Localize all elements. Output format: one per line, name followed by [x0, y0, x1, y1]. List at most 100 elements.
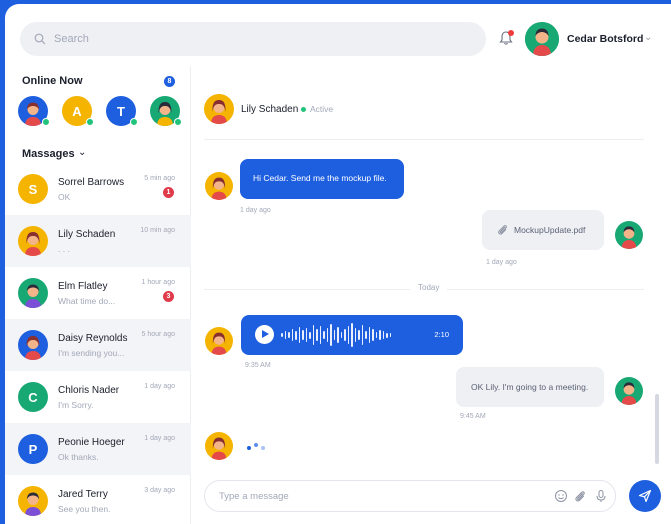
scrollbar[interactable]	[655, 394, 659, 464]
conversation-time: 10 min ago	[140, 227, 175, 234]
message-timestamp: 1 day ago	[240, 207, 271, 214]
unread-badge: 3	[163, 291, 174, 302]
paperclip-icon[interactable]	[573, 489, 587, 503]
search-input[interactable]	[54, 33, 454, 45]
file-attachment-message[interactable]: MockupUpdate.pdf	[482, 210, 604, 250]
conversation-name: Daisy Reynolds	[58, 332, 128, 344]
waveform-bar	[382, 331, 384, 339]
avatar-letter: T	[117, 103, 125, 119]
status-dot	[301, 107, 306, 112]
avatar: C	[18, 382, 48, 412]
online-user-avatar[interactable]: A	[62, 96, 94, 126]
waveform-bar	[372, 329, 374, 341]
message-timestamp: 1 day ago	[486, 259, 517, 266]
waveform-bar	[281, 333, 283, 337]
chevron-down-icon[interactable]: ⌄	[78, 147, 86, 158]
waveform-bar	[312, 325, 314, 345]
waveform-bar	[358, 330, 360, 340]
conversation-time: 1 day ago	[144, 435, 175, 442]
waveform-bar	[298, 327, 300, 343]
sender-avatar	[205, 327, 233, 355]
play-button[interactable]	[255, 325, 274, 344]
notifications-button[interactable]	[498, 30, 516, 48]
conversation-item[interactable]: S Sorrel Barrows OK 5 min ago 1	[5, 163, 191, 215]
emoji-icon[interactable]	[554, 489, 568, 503]
waveform-bar	[295, 330, 297, 340]
microphone-icon[interactable]	[594, 489, 608, 503]
waveform-bar	[291, 329, 293, 341]
waveform-bar	[368, 327, 370, 343]
conversation-preview: See you then.	[58, 503, 111, 514]
waveform-bar	[340, 332, 342, 338]
own-avatar	[615, 377, 643, 405]
presence-indicator	[130, 118, 138, 126]
unread-badge: 1	[163, 187, 174, 198]
messages-section-title[interactable]: Massages	[22, 148, 75, 160]
date-divider-label: Today	[410, 283, 448, 292]
waveform-bar	[347, 326, 349, 344]
avatar: S	[18, 174, 48, 204]
avatar	[18, 330, 48, 360]
avatar	[18, 226, 48, 256]
message-timestamp: 9:35 AM	[245, 362, 271, 369]
conversation-preview: I'm Sorry.	[58, 399, 94, 410]
online-user-avatar[interactable]	[150, 96, 182, 126]
waveform-bar	[361, 325, 363, 345]
waveform-bar	[333, 330, 335, 340]
user-avatar[interactable]	[525, 22, 559, 56]
search-bar[interactable]	[20, 22, 486, 56]
online-user-avatar[interactable]: T	[106, 96, 138, 126]
online-now-title: Online Now	[22, 75, 83, 87]
waveform-bar	[344, 329, 346, 341]
avatar	[18, 278, 48, 308]
conversation-list: S Sorrel Barrows OK 5 min ago 1 Lily Scha…	[5, 163, 191, 524]
conversation-time: 1 day ago	[144, 383, 175, 390]
audio-waveform[interactable]	[281, 321, 391, 349]
user-name[interactable]: Cedar Botsford	[567, 33, 643, 45]
conversation-preview: Ok thanks.	[58, 451, 99, 462]
chevron-down-icon[interactable]: ⌄	[644, 32, 652, 43]
message-composer[interactable]	[204, 480, 616, 512]
waveform-bar	[379, 330, 381, 340]
waveform-bar	[319, 326, 321, 344]
conversation-item[interactable]: Elm Flatley What time do... 1 hour ago 3	[5, 267, 191, 319]
contact-status: Active	[310, 104, 334, 114]
presence-indicator	[86, 118, 94, 126]
conversation-name: Sorrel Barrows	[58, 176, 125, 188]
file-name: MockupUpdate.pdf	[514, 225, 586, 235]
divider	[204, 139, 644, 140]
conversation-item[interactable]: Jared Terry See you then. 3 day ago	[5, 475, 191, 524]
conversation-item[interactable]: Lily Schaden . . . 10 min ago	[5, 215, 191, 267]
incoming-message: Hi Cedar. Send me the mockup file.	[240, 159, 404, 199]
conversation-time: 3 day ago	[144, 487, 175, 494]
waveform-bar	[365, 331, 367, 339]
conversation-item[interactable]: C Chloris Nader I'm Sorry. 1 day ago	[5, 371, 191, 423]
waveform-bar	[302, 330, 304, 340]
sidebar: Online Now 8 A T Massages ⌄ S Sorrel Bar…	[5, 66, 191, 524]
online-count-badge: 8	[164, 76, 175, 87]
audio-duration: 2:10	[434, 330, 449, 339]
waveform-bar	[389, 333, 391, 337]
paperclip-icon	[498, 225, 507, 235]
waveform-bar	[326, 328, 328, 342]
avatar	[18, 486, 48, 516]
waveform-bar	[284, 331, 286, 339]
waveform-bar	[337, 327, 339, 343]
online-user-avatar[interactable]	[18, 96, 50, 126]
send-icon	[638, 489, 652, 503]
chat-app: Cedar Botsford ⌄ Online Now 8 A T Massag…	[5, 4, 671, 524]
waveform-bar	[323, 331, 325, 339]
contact-name: Lily Schaden	[241, 104, 299, 115]
outgoing-message: OK Lily. I'm going to a meeting.	[456, 367, 604, 407]
conversation-preview: OK	[58, 191, 71, 202]
online-users-list: A T	[18, 96, 182, 126]
waveform-bar	[288, 332, 290, 338]
send-button[interactable]	[629, 480, 661, 512]
conversation-item[interactable]: P Peonie Hoeger Ok thanks. 1 day ago	[5, 423, 191, 475]
conversation-preview: What time do...	[58, 295, 116, 306]
conversation-name: Chloris Nader	[58, 384, 120, 396]
contact-avatar[interactable]	[204, 94, 234, 124]
message-input[interactable]	[219, 490, 539, 502]
waveform-bar	[386, 332, 388, 338]
conversation-item[interactable]: Daisy Reynolds I'm sending you... 5 hour …	[5, 319, 191, 371]
